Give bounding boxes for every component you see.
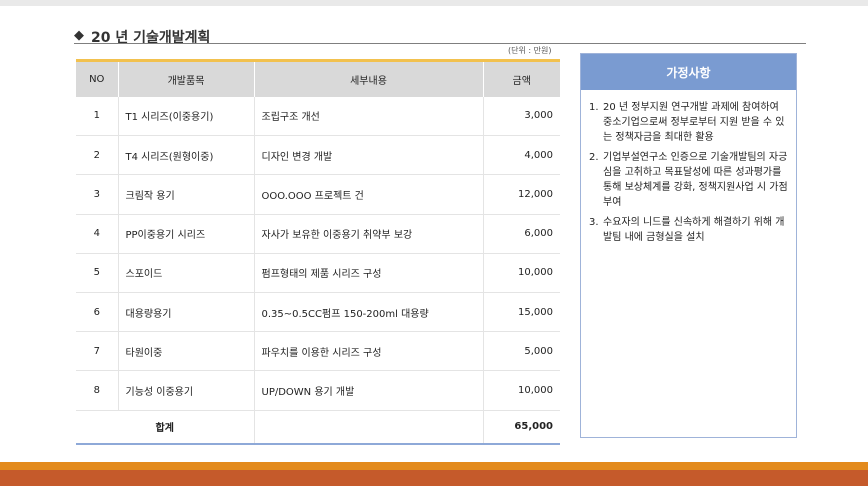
row-item: 스포이드 [117,253,254,293]
row-item: 타원이중 [117,331,254,372]
row-no: 6 [76,292,118,333]
row-item: 크림작 용기 [117,174,254,215]
table-row: 6 대용량용기 0.35~0.5CC펌프 150-200ml 대용량 15,00… [76,292,560,333]
row-amount: 12,000 [482,174,560,215]
table-row: 2 T4 시리즈(원형이중) 디자인 변경 개발 4,000 [76,135,560,176]
row-amount: 15,000 [482,292,560,333]
row-amount: 10,000 [482,253,560,293]
total-amount: 65,000 [482,410,560,445]
table-row: 7 타원이중 파우치를 이용한 시리즈 구성 5,000 [76,331,560,372]
assumption-item: 1. 20 년 정부지원 연구개발 과제에 참여하여 중소기업으로써 정부로부터… [589,100,788,145]
row-detail: 0.35~0.5CC펌프 150-200ml 대용량 [253,292,483,333]
row-no: 8 [76,370,118,411]
col-header-amount: 금액 [482,59,560,97]
assumptions-panel: 가정사항 1. 20 년 정부지원 연구개발 과제에 참여하여 중소기업으로써 … [580,53,797,438]
row-no: 4 [76,214,118,254]
assumption-text: 수요자의 니드를 신속하게 해결하기 위해 개발팀 내에 금형실을 설치 [603,217,785,243]
row-no: 3 [76,174,118,215]
col-header-no: NO [76,59,118,97]
diamond-bullet-icon: ◆ [74,28,84,43]
title-underline [74,43,806,44]
footer-rust-bar [0,470,868,486]
row-no: 7 [76,331,118,372]
total-detail-empty [253,410,483,445]
row-item: PP이중용기 시리즈 [117,214,254,254]
row-amount: 3,000 [482,96,560,137]
assumptions-list: 1. 20 년 정부지원 연구개발 과제에 참여하여 중소기업으로써 정부로부터… [581,90,796,245]
row-amount: 5,000 [482,331,560,372]
table-row: 5 스포이드 펌프형태의 제품 시리즈 구성 10,000 [76,253,560,293]
row-item: T1 시리즈(이중용기) [117,96,254,137]
unit-label: (단위 : 만원) [508,46,552,55]
row-detail: 펌프형태의 제품 시리즈 구성 [253,253,483,293]
assumption-text: 기업부설연구소 인증으로 기술개발팀의 자긍심을 고취하고 목표달성에 따른 성… [603,152,788,208]
row-no: 5 [76,253,118,293]
row-amount: 10,000 [482,370,560,411]
row-detail: 조립구조 개선 [253,96,483,137]
assumption-item: 3. 수요자의 니드를 신속하게 해결하기 위해 개발팀 내에 금형실을 설치 [589,215,788,245]
row-amount: 4,000 [482,135,560,176]
row-detail: 자사가 보유한 이중용기 취약부 보강 [253,214,483,254]
table-row: 1 T1 시리즈(이중용기) 조립구조 개선 3,000 [76,96,560,137]
table-header-row: NO 개발품목 세부내용 금액 [76,59,560,97]
assumptions-title: 가정사항 [581,54,796,90]
footer-orange-bar [0,462,868,470]
assumption-text: 20 년 정부지원 연구개발 과제에 참여하여 중소기업으로써 정부로부터 지원… [603,102,785,143]
row-detail: UP/DOWN 용기 개발 [253,370,483,411]
row-detail: OOO.OOO 프로젝트 건 [253,174,483,215]
row-detail: 파우치를 이용한 시리즈 구성 [253,331,483,372]
table-row: 3 크림작 용기 OOO.OOO 프로젝트 건 12,000 [76,174,560,215]
row-item: 기능성 이중용기 [117,370,254,411]
development-plan-table: NO 개발품목 세부내용 금액 1 T1 시리즈(이중용기) 조립구조 개선 3… [76,59,560,445]
row-amount: 6,000 [482,214,560,254]
row-no: 1 [76,96,118,137]
assumption-item: 2. 기업부설연구소 인증으로 기술개발팀의 자긍심을 고취하고 목표달성에 따… [589,150,788,210]
row-item: T4 시리즈(원형이중) [117,135,254,176]
row-detail: 디자인 변경 개발 [253,135,483,176]
table-total-row: 합계 65,000 [76,410,560,445]
page-title: 20 년 기술개발계획 [91,30,211,46]
total-label: 합계 [76,410,254,445]
assumption-number: 1. [589,102,599,113]
top-band [0,0,868,6]
row-no: 2 [76,135,118,176]
assumption-number: 2. [589,152,599,163]
col-header-detail: 세부내용 [253,59,483,97]
table-row: 8 기능성 이중용기 UP/DOWN 용기 개발 10,000 [76,370,560,411]
row-item: 대용량용기 [117,292,254,333]
table-row: 4 PP이중용기 시리즈 자사가 보유한 이중용기 취약부 보강 6,000 [76,214,560,254]
col-header-item: 개발품목 [117,59,254,97]
assumption-number: 3. [589,217,599,228]
